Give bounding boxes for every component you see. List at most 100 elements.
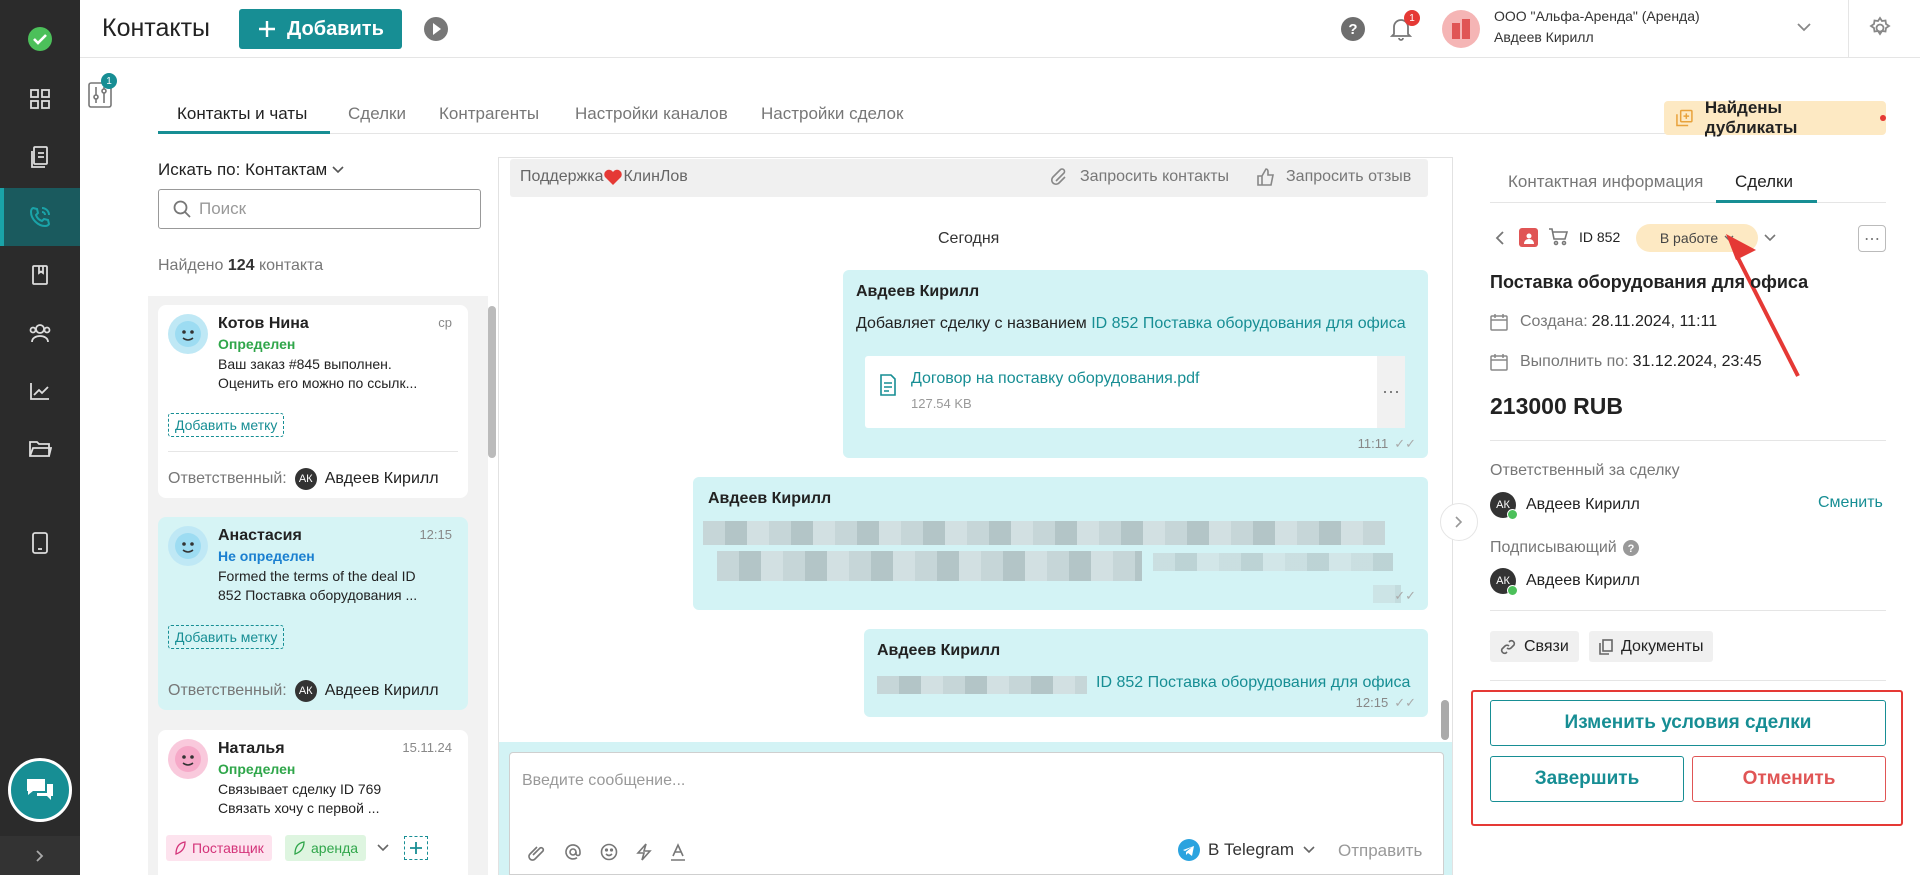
- created-label: Создана:: [1520, 313, 1588, 330]
- paperclip-phone-icon: [1050, 168, 1066, 186]
- contact-list-scrollbar[interactable]: [488, 306, 496, 458]
- top-header: Контакты Добавить ? 1 ООО "Альфа-Аренда"…: [80, 0, 1920, 58]
- links-button[interactable]: Связи: [1490, 631, 1579, 662]
- documents-button[interactable]: Документы: [1589, 631, 1714, 662]
- account-chevron-down-icon[interactable]: [1797, 22, 1811, 32]
- message-author: Авдеев Кирилл: [708, 490, 832, 507]
- message-text: Добавляет сделку с названием ID 852 Пост…: [856, 315, 1406, 333]
- tab-contacts-chats[interactable]: Контакты и чаты: [177, 104, 307, 124]
- contact-card-selected[interactable]: Анастасия 12:15 Не определен Formed the …: [158, 517, 468, 710]
- expand-rail-button[interactable]: [0, 836, 80, 875]
- created-value: 28.11.2024, 11:11: [1591, 313, 1718, 330]
- tag-chip[interactable]: Поставщик: [166, 835, 272, 861]
- avatar: АК: [294, 680, 317, 702]
- change-responsible-link[interactable]: Сменить: [1818, 494, 1883, 512]
- file-attachment[interactable]: Договор на поставку оборудования.pdf 127…: [865, 356, 1405, 428]
- dashboard-icon[interactable]: [0, 70, 80, 128]
- message-input[interactable]: Введите сообщение... В Telegram Отправит…: [509, 752, 1444, 875]
- settings-gear-icon[interactable]: [1868, 16, 1892, 40]
- tab-channel-settings[interactable]: Настройки каналов: [575, 104, 728, 124]
- attach-icon[interactable]: [528, 843, 546, 861]
- contact-name: Анастасия: [218, 527, 302, 544]
- deal-link[interactable]: ID 852 Поставка оборудования для офиса: [1096, 674, 1410, 692]
- tab-contact-info[interactable]: Контактная информация: [1508, 172, 1703, 192]
- request-contacts-button[interactable]: Запросить контакты: [1050, 167, 1229, 187]
- folder-icon[interactable]: [0, 420, 80, 478]
- tag-chip[interactable]: аренда: [285, 835, 367, 861]
- message-time: 12:15: [1355, 695, 1389, 710]
- org-avatar[interactable]: [1442, 10, 1480, 48]
- edit-deal-terms-button[interactable]: Изменить условия сделки: [1490, 700, 1886, 746]
- help-icon[interactable]: ?: [1622, 540, 1639, 556]
- request-review-button[interactable]: Запросить отзыв: [1256, 167, 1411, 187]
- file-more-icon[interactable]: ⋯: [1377, 356, 1405, 428]
- calendar-icon: [1490, 314, 1508, 331]
- add-tag-button[interactable]: Добавить метку: [168, 625, 285, 649]
- deal-signer: АК Авдеев Кирилл: [1490, 568, 1640, 596]
- account-info[interactable]: ООО "Альфа-Аренда" (Аренда) Авдеев Кирил…: [1494, 6, 1700, 48]
- duplicates-found-button[interactable]: Найдены дубликаты: [1664, 98, 1886, 137]
- contact-preview-line: Связать хочу с первой ...: [218, 800, 380, 816]
- responsible-name: Авдеев Кирилл: [324, 682, 439, 699]
- search-input[interactable]: Поиск: [158, 189, 481, 229]
- section-divider: [1490, 610, 1886, 611]
- telegram-icon: [1178, 839, 1200, 861]
- search-by-select[interactable]: Искать по: Контактам: [158, 160, 345, 180]
- chat-scrollbar[interactable]: [1441, 700, 1449, 740]
- play-tutorial-icon[interactable]: [424, 17, 448, 41]
- tab-counterparties[interactable]: Контрагенты: [439, 104, 539, 124]
- chevron-right-icon: [1455, 516, 1463, 528]
- lightning-icon[interactable]: [636, 843, 652, 861]
- complete-deal-button[interactable]: Завершить: [1490, 756, 1684, 802]
- section-divider: [1490, 680, 1886, 681]
- contact-avatar: [168, 526, 208, 566]
- responsible-label: Ответственный:: [168, 470, 287, 487]
- deal-created: Создана: 28.11.2024, 11:11: [1490, 313, 1717, 331]
- file-name: Договор на поставку оборудования.pdf: [911, 370, 1200, 387]
- left-rail: [0, 0, 80, 875]
- users-icon[interactable]: [0, 304, 80, 362]
- tab-deals[interactable]: Сделки: [348, 104, 406, 124]
- signer-label-row: Подписывающий ?: [1490, 539, 1639, 557]
- deal-title: Поставка оборудования для офиса: [1490, 272, 1809, 292]
- tags-chevron-down-icon[interactable]: [376, 843, 390, 853]
- add-tag-button[interactable]: Добавить метку: [168, 413, 285, 437]
- support-chat-button[interactable]: [8, 758, 72, 822]
- mobile-icon[interactable]: [0, 514, 80, 572]
- duplicates-found-label: Найдены дубликаты: [1704, 98, 1798, 137]
- contact-card[interactable]: Котов Нина ср Определен Ваш заказ #845 в…: [158, 305, 468, 498]
- tab-deal-settings[interactable]: Настройки сделок: [761, 104, 903, 124]
- chat-header: Поддержка КлинЛов Запросить контакты Зап…: [510, 159, 1428, 197]
- text-format-icon[interactable]: [670, 843, 686, 861]
- active-tab-underline: [1716, 200, 1817, 203]
- documents-icon[interactable]: [0, 128, 80, 186]
- tab-deal[interactable]: Сделки: [1735, 172, 1793, 192]
- collapse-panel-button[interactable]: [1440, 503, 1478, 541]
- book-icon[interactable]: [0, 246, 80, 304]
- analytics-icon[interactable]: [0, 362, 80, 420]
- emoji-icon[interactable]: [600, 843, 618, 861]
- tag-label: аренда: [311, 840, 359, 856]
- deal-link[interactable]: ID 852 Поставка оборудования для офиса: [1091, 315, 1405, 332]
- online-indicator: [1507, 509, 1518, 520]
- contacts-phone-icon[interactable]: [0, 188, 80, 246]
- back-chevron-icon[interactable]: [1495, 230, 1505, 246]
- channel-select[interactable]: В Telegram: [1178, 839, 1316, 861]
- mention-icon[interactable]: [564, 843, 582, 861]
- help-icon[interactable]: ?: [1341, 17, 1365, 41]
- app-logo-icon[interactable]: [0, 10, 80, 68]
- cancel-deal-button[interactable]: Отменить: [1692, 756, 1886, 802]
- leaf-icon: [294, 841, 305, 855]
- contact-preview-line: 852 Поставка оборудования ...: [218, 587, 418, 603]
- send-button[interactable]: Отправить: [1338, 841, 1422, 861]
- calendar-icon: [1490, 354, 1508, 371]
- contact-card[interactable]: Наталья 15.11.24 Определен Связывает сде…: [158, 730, 468, 875]
- contact-preview: Связывает сделку ID 769 Связать хочу с п…: [218, 780, 381, 818]
- add-tag-plus-button[interactable]: [404, 836, 428, 860]
- deal-more-icon[interactable]: ⋯: [1858, 225, 1886, 252]
- add-button[interactable]: Добавить: [239, 9, 402, 49]
- chevron-down-icon: [332, 166, 344, 174]
- building-icon: [1452, 19, 1470, 39]
- right-tabs-divider: [1490, 202, 1886, 203]
- responsible-label: Ответственный за сделку: [1490, 462, 1680, 479]
